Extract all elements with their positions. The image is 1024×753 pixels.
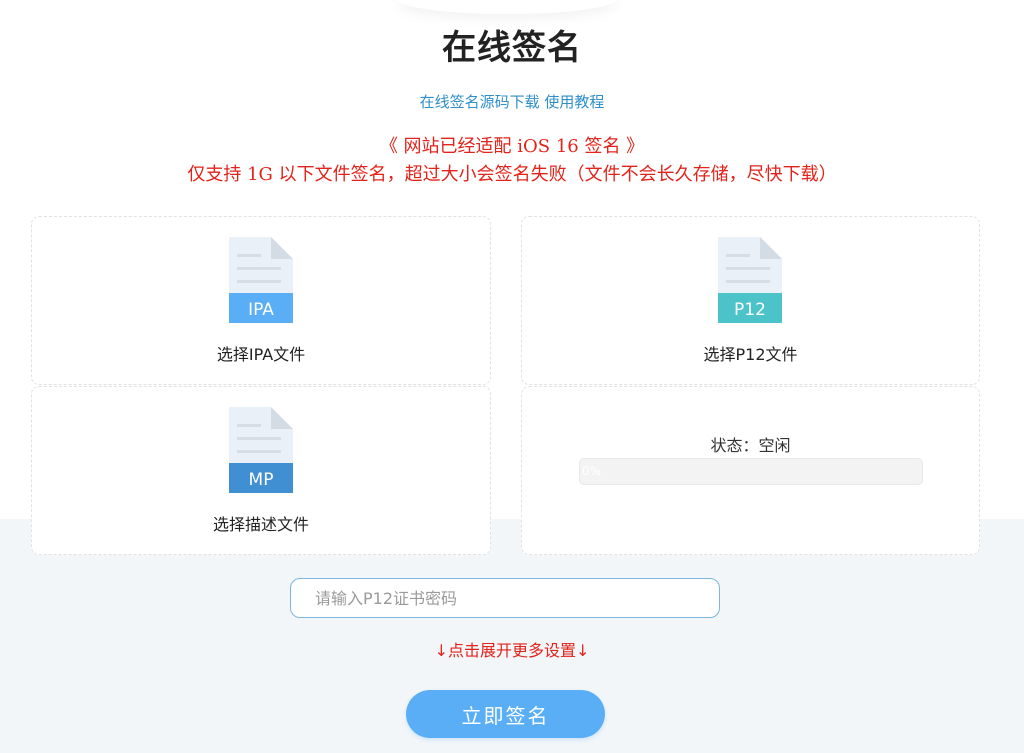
status-label: 状态：空闲 (710, 436, 791, 455)
header-links: 在线签名源码下载 使用教程 (0, 91, 1024, 112)
ipa-file-icon: IPA (229, 237, 293, 323)
select-provision-label: 选择描述文件 (212, 515, 309, 534)
size-limit-notice: 仅支持 1G 以下文件签名，超过大小会签名失败（文件不会长久存储，尽快下载） (187, 164, 837, 185)
status-card: 状态：空闲 0% (521, 386, 980, 555)
source-download-link[interactable]: 在线签名源码下载 (420, 93, 540, 111)
select-p12-card[interactable]: P12 选择P12文件 (521, 216, 980, 385)
page-title: 在线签名 (442, 28, 582, 68)
progress-bar: 0% (579, 458, 923, 485)
progress-text: 0% (582, 464, 602, 478)
ios-notice: 《 网站已经适配 iOS 16 签名 》 (379, 136, 645, 157)
expand-more-settings-link[interactable]: ↓点击展开更多设置↓ (0, 637, 1024, 661)
p12-password-input[interactable] (290, 578, 720, 618)
ipa-icon-text: IPA (248, 300, 274, 320)
mp-file-icon: MP (229, 407, 293, 493)
select-ipa-label: 选择IPA文件 (216, 345, 306, 364)
sign-now-button[interactable]: 立即签名 (406, 690, 605, 738)
select-provision-card[interactable]: MP 选择描述文件 (31, 386, 491, 555)
top-decoration (397, 0, 617, 14)
mp-icon-text: MP (249, 470, 274, 490)
select-p12-label: 选择P12文件 (703, 345, 798, 364)
p12-icon-text: P12 (734, 300, 766, 320)
tutorial-link[interactable]: 使用教程 (544, 93, 604, 111)
select-ipa-card[interactable]: IPA 选择IPA文件 (31, 216, 491, 385)
p12-file-icon: P12 (718, 237, 782, 323)
